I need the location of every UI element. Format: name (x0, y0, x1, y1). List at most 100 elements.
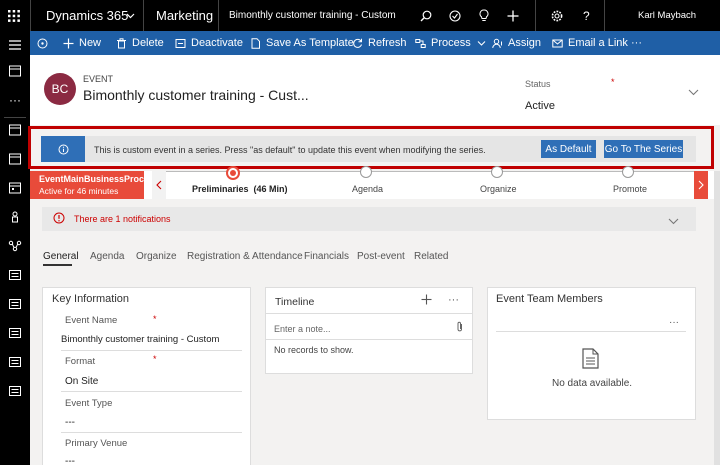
process-next-button[interactable] (694, 171, 708, 199)
assign-icon (492, 38, 502, 48)
event-calendar-icon[interactable] (8, 152, 22, 166)
help-icon[interactable]: ? (583, 0, 590, 31)
event-name-field[interactable]: Bimonthly customer training - Custom (61, 334, 219, 345)
tab-organize[interactable]: Organize (136, 251, 177, 262)
record-title: Bimonthly customer training - Custom (229, 10, 396, 21)
tab-post-event[interactable]: Post-event (357, 251, 405, 262)
chevron-down-icon (477, 40, 486, 46)
app-launcher-icon[interactable] (8, 0, 20, 31)
required-indicator: * (611, 77, 615, 87)
more-icon[interactable]: ··· (8, 93, 22, 107)
divider (496, 331, 686, 332)
refresh-button[interactable]: Refresh (352, 31, 407, 55)
registration-icon[interactable] (8, 268, 22, 282)
page-title: Bimonthly customer training - Cust... (83, 87, 309, 103)
back-button[interactable] (37, 31, 48, 55)
stage-marker-active[interactable] (226, 166, 240, 180)
tab-registration[interactable]: Registration & Attendance (187, 251, 303, 262)
team-empty-text: No data available. (552, 378, 633, 389)
more-icon[interactable]: ··· (669, 317, 679, 328)
email-link-button[interactable]: Email a Link (552, 31, 628, 55)
delete-label: Delete (132, 37, 164, 49)
save-as-template-button[interactable]: Save As Template (250, 31, 354, 55)
tab-general[interactable]: General (43, 251, 79, 262)
session-icon[interactable] (8, 181, 22, 195)
plus-icon[interactable] (421, 294, 432, 308)
scrollbar[interactable] (714, 171, 720, 465)
tab-active-indicator (43, 264, 72, 266)
delete-button[interactable]: Delete (116, 31, 164, 55)
assign-label: Assign (508, 37, 542, 49)
tab-related[interactable]: Related (414, 251, 448, 262)
stage-marker[interactable] (622, 166, 634, 178)
stage-agenda[interactable]: Agenda (352, 184, 383, 194)
calendar-icon[interactable] (8, 64, 22, 78)
process-prev-button[interactable] (152, 171, 166, 199)
user-name[interactable]: Karl Maybach (638, 0, 696, 31)
lightbulb-icon[interactable] (479, 0, 489, 31)
attendance-icon[interactable] (8, 297, 22, 311)
format-label: Format (65, 356, 96, 367)
chevron-down-icon[interactable] (688, 87, 699, 99)
divider (266, 313, 472, 314)
warning-icon (53, 212, 65, 227)
sponsorship-icon[interactable] (8, 326, 22, 340)
chevron-down-icon[interactable] (668, 216, 679, 228)
tab-agenda[interactable]: Agenda (90, 251, 124, 262)
status-label: Status (525, 79, 551, 89)
assign-button[interactable]: Assign (492, 31, 541, 55)
event-team-title: Event Team Members (496, 293, 603, 305)
gear-icon[interactable] (551, 0, 563, 31)
stage-organize[interactable]: Organize (480, 184, 517, 194)
top-bar: Dynamics 365 Marketing Bimonthly custome… (0, 0, 720, 31)
stage-preliminaries[interactable]: Preliminaries (46 Min) (192, 184, 288, 194)
attachment-icon[interactable] (456, 321, 464, 335)
deactivate-icon (175, 38, 186, 48)
timeline-empty-text: No records to show. (274, 345, 354, 355)
stage-marker[interactable] (491, 166, 503, 178)
stage-promote[interactable]: Promote (613, 184, 647, 194)
info-icon (41, 136, 85, 162)
note-input[interactable]: Enter a note... (274, 324, 331, 334)
process-button[interactable]: Process (415, 31, 487, 55)
trash-icon (117, 37, 126, 48)
new-button[interactable]: New (63, 31, 101, 55)
primary-venue-label: Primary Venue (65, 438, 128, 449)
more-icon[interactable]: ··· (448, 294, 459, 306)
as-default-button[interactable]: As Default (541, 140, 596, 158)
active-process[interactable]: EventMainBusinessProce... Active for 46 … (30, 171, 157, 199)
chevron-down-icon[interactable] (126, 0, 135, 31)
speaker-icon[interactable] (8, 210, 22, 224)
module-name[interactable]: Marketing (156, 0, 213, 31)
go-to-series-button[interactable]: Go To The Series (604, 140, 683, 158)
event-type-field[interactable]: --- (65, 417, 75, 428)
required-indicator: * (153, 354, 157, 364)
search-icon[interactable] (420, 0, 432, 31)
deactivate-button[interactable]: Deactivate (175, 31, 243, 55)
process-icon (415, 38, 426, 48)
more-commands-button[interactable]: ··· (631, 31, 642, 55)
plus-icon (63, 38, 74, 48)
save-as-template-label: Save As Template (266, 37, 354, 49)
key-information-title: Key Information (52, 293, 130, 305)
refresh-label: Refresh (368, 37, 407, 49)
divider (266, 339, 472, 340)
network-icon[interactable] (8, 239, 22, 253)
timeline-title: Timeline (275, 296, 315, 308)
status-value[interactable]: Active (525, 100, 555, 112)
hamburger-icon[interactable] (8, 38, 22, 52)
divider (61, 391, 242, 392)
vendor-icon[interactable] (8, 355, 22, 369)
app-name[interactable]: Dynamics 365 (46, 0, 128, 31)
event-icon[interactable] (8, 123, 22, 137)
stage-marker[interactable] (360, 166, 372, 178)
tab-financials[interactable]: Financials (304, 251, 349, 262)
refresh-icon (353, 38, 362, 48)
primary-venue-field[interactable]: --- (65, 456, 75, 465)
event-name-label: Event Name (65, 315, 118, 326)
venue-icon[interactable] (8, 384, 22, 398)
plus-icon[interactable] (507, 0, 519, 31)
divider (61, 432, 242, 433)
task-flow-icon[interactable] (449, 0, 461, 31)
format-field[interactable]: On Site (65, 376, 98, 387)
